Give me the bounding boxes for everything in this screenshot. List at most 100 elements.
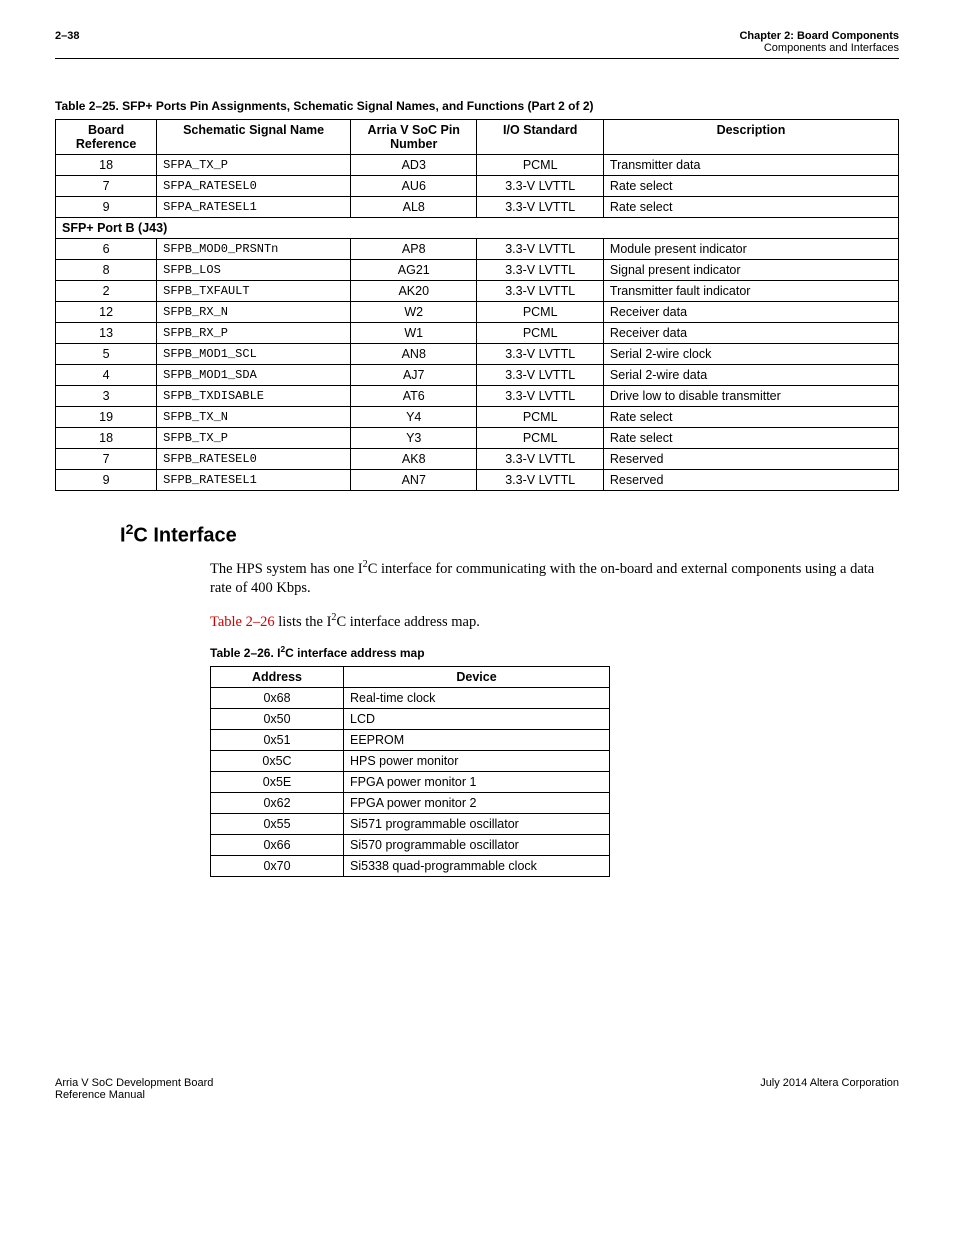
table-ref-link[interactable]: Table 2–26 [210,613,275,629]
table-row: 0x62FPGA power monitor 2 [211,793,610,814]
cell-device: HPS power monitor [344,751,610,772]
th-pin: Arria V SoC Pin Number [351,120,477,155]
cell-addr: 0x51 [211,730,344,751]
cell-desc: Receiver data [603,323,898,344]
cell-desc: Rate select [603,176,898,197]
th-desc: Description [603,120,898,155]
cell-signal: SFPB_RX_N [157,302,351,323]
cell-pin: AP8 [351,239,477,260]
cell-desc: Module present indicator [603,239,898,260]
cell-ref: 9 [56,470,157,491]
cell-signal: SFPB_MOD1_SCL [157,344,351,365]
table25: Board Reference Schematic Signal Name Ar… [55,119,899,491]
cell-desc: Rate select [603,407,898,428]
cell-ref: 19 [56,407,157,428]
i2c-para1: The HPS system has one I2C interface for… [55,558,899,599]
cell-pin: AD3 [351,155,477,176]
table-row: 12SFPB_RX_NW2PCMLReceiver data [56,302,899,323]
cell-device: Si571 programmable oscillator [344,814,610,835]
cell-pin: AL8 [351,197,477,218]
cell-device: LCD [344,709,610,730]
cell-device: EEPROM [344,730,610,751]
cell-pin: Y4 [351,407,477,428]
cell-ref: 3 [56,386,157,407]
table-row: 7SFPB_RATESEL0AK83.3-V LVTTLReserved [56,449,899,470]
table-row: 4SFPB_MOD1_SDAAJ73.3-V LVTTLSerial 2-wir… [56,365,899,386]
th-io: I/O Standard [477,120,603,155]
i2c-para2: Table 2–26 lists the I2C interface addre… [55,611,899,632]
cell-signal: SFPA_RATESEL1 [157,197,351,218]
table-row: 2SFPB_TXFAULTAK203.3-V LVTTLTransmitter … [56,281,899,302]
table-row: 9SFPA_RATESEL1AL83.3-V LVTTLRate select [56,197,899,218]
cell-desc: Reserved [603,449,898,470]
i2c-heading: I2C Interface [55,521,899,548]
cell-io: 3.3-V LVTTL [477,344,603,365]
cell-ref: 6 [56,239,157,260]
table-row: 0x70Si5338 quad-programmable clock [211,856,610,877]
cell-ref: 5 [56,344,157,365]
cell-pin: AT6 [351,386,477,407]
cell-desc: Drive low to disable transmitter [603,386,898,407]
subhead-text: SFP+ Port B (J43) [56,218,899,239]
cell-desc: Signal present indicator [603,260,898,281]
cell-signal: SFPB_RATESEL0 [157,449,351,470]
th-address: Address [211,667,344,688]
cell-signal: SFPB_TX_N [157,407,351,428]
cell-addr: 0x50 [211,709,344,730]
cell-io: 3.3-V LVTTL [477,386,603,407]
page-header: 2–38 Chapter 2: Board Components Compone… [55,30,899,59]
table-row: 18SFPB_TX_PY3PCMLRate select [56,428,899,449]
cell-pin: AN7 [351,470,477,491]
cell-pin: W2 [351,302,477,323]
table-row: 0x51EEPROM [211,730,610,751]
table-row: 3SFPB_TXDISABLEAT63.3-V LVTTLDrive low t… [56,386,899,407]
table-row: 0x68Real-time clock [211,688,610,709]
table-row: 7SFPA_RATESEL0AU63.3-V LVTTLRate select [56,176,899,197]
cell-signal: SFPB_MOD1_SDA [157,365,351,386]
cell-desc: Serial 2-wire data [603,365,898,386]
cell-io: PCML [477,155,603,176]
cell-io: PCML [477,407,603,428]
cell-pin: AU6 [351,176,477,197]
cell-desc: Serial 2-wire clock [603,344,898,365]
cell-signal: SFPB_LOS [157,260,351,281]
table-row: 0x5EFPGA power monitor 1 [211,772,610,793]
table-row: 9SFPB_RATESEL1AN73.3-V LVTTLReserved [56,470,899,491]
cell-ref: 13 [56,323,157,344]
cell-desc: Transmitter data [603,155,898,176]
chapter-title: Chapter 2: Board Components [739,30,899,42]
page-footer: Arria V SoC Development Board Reference … [55,1077,899,1101]
table-row: 0x55Si571 programmable oscillator [211,814,610,835]
cell-addr: 0x70 [211,856,344,877]
table26-caption: Table 2–26. I2C interface address map [210,644,899,660]
cell-signal: SFPB_RX_P [157,323,351,344]
cell-addr: 0x5E [211,772,344,793]
cell-pin: W1 [351,323,477,344]
cell-ref: 18 [56,155,157,176]
table-row: 18SFPA_TX_PAD3PCMLTransmitter data [56,155,899,176]
cell-io: 3.3-V LVTTL [477,281,603,302]
cell-ref: 8 [56,260,157,281]
table25-caption: Table 2–25. SFP+ Ports Pin Assignments, … [55,99,899,113]
cell-addr: 0x68 [211,688,344,709]
cell-ref: 7 [56,176,157,197]
table-subheader: SFP+ Port B (J43) [56,218,899,239]
cell-desc: Reserved [603,470,898,491]
cell-io: 3.3-V LVTTL [477,365,603,386]
table-row: 13SFPB_RX_PW1PCMLReceiver data [56,323,899,344]
table26: Address Device 0x68Real-time clock0x50LC… [210,666,610,877]
section-title: Components and Interfaces [739,42,899,54]
cell-io: 3.3-V LVTTL [477,470,603,491]
cell-io: PCML [477,428,603,449]
cell-io: 3.3-V LVTTL [477,239,603,260]
cell-addr: 0x66 [211,835,344,856]
cell-desc: Rate select [603,428,898,449]
cell-ref: 7 [56,449,157,470]
cell-io: 3.3-V LVTTL [477,197,603,218]
cell-io: PCML [477,302,603,323]
cell-ref: 2 [56,281,157,302]
table-row: 19SFPB_TX_NY4PCMLRate select [56,407,899,428]
cell-signal: SFPB_TX_P [157,428,351,449]
cell-pin: AK20 [351,281,477,302]
footer-date-corp: July 2014 Altera Corporation [760,1077,899,1101]
